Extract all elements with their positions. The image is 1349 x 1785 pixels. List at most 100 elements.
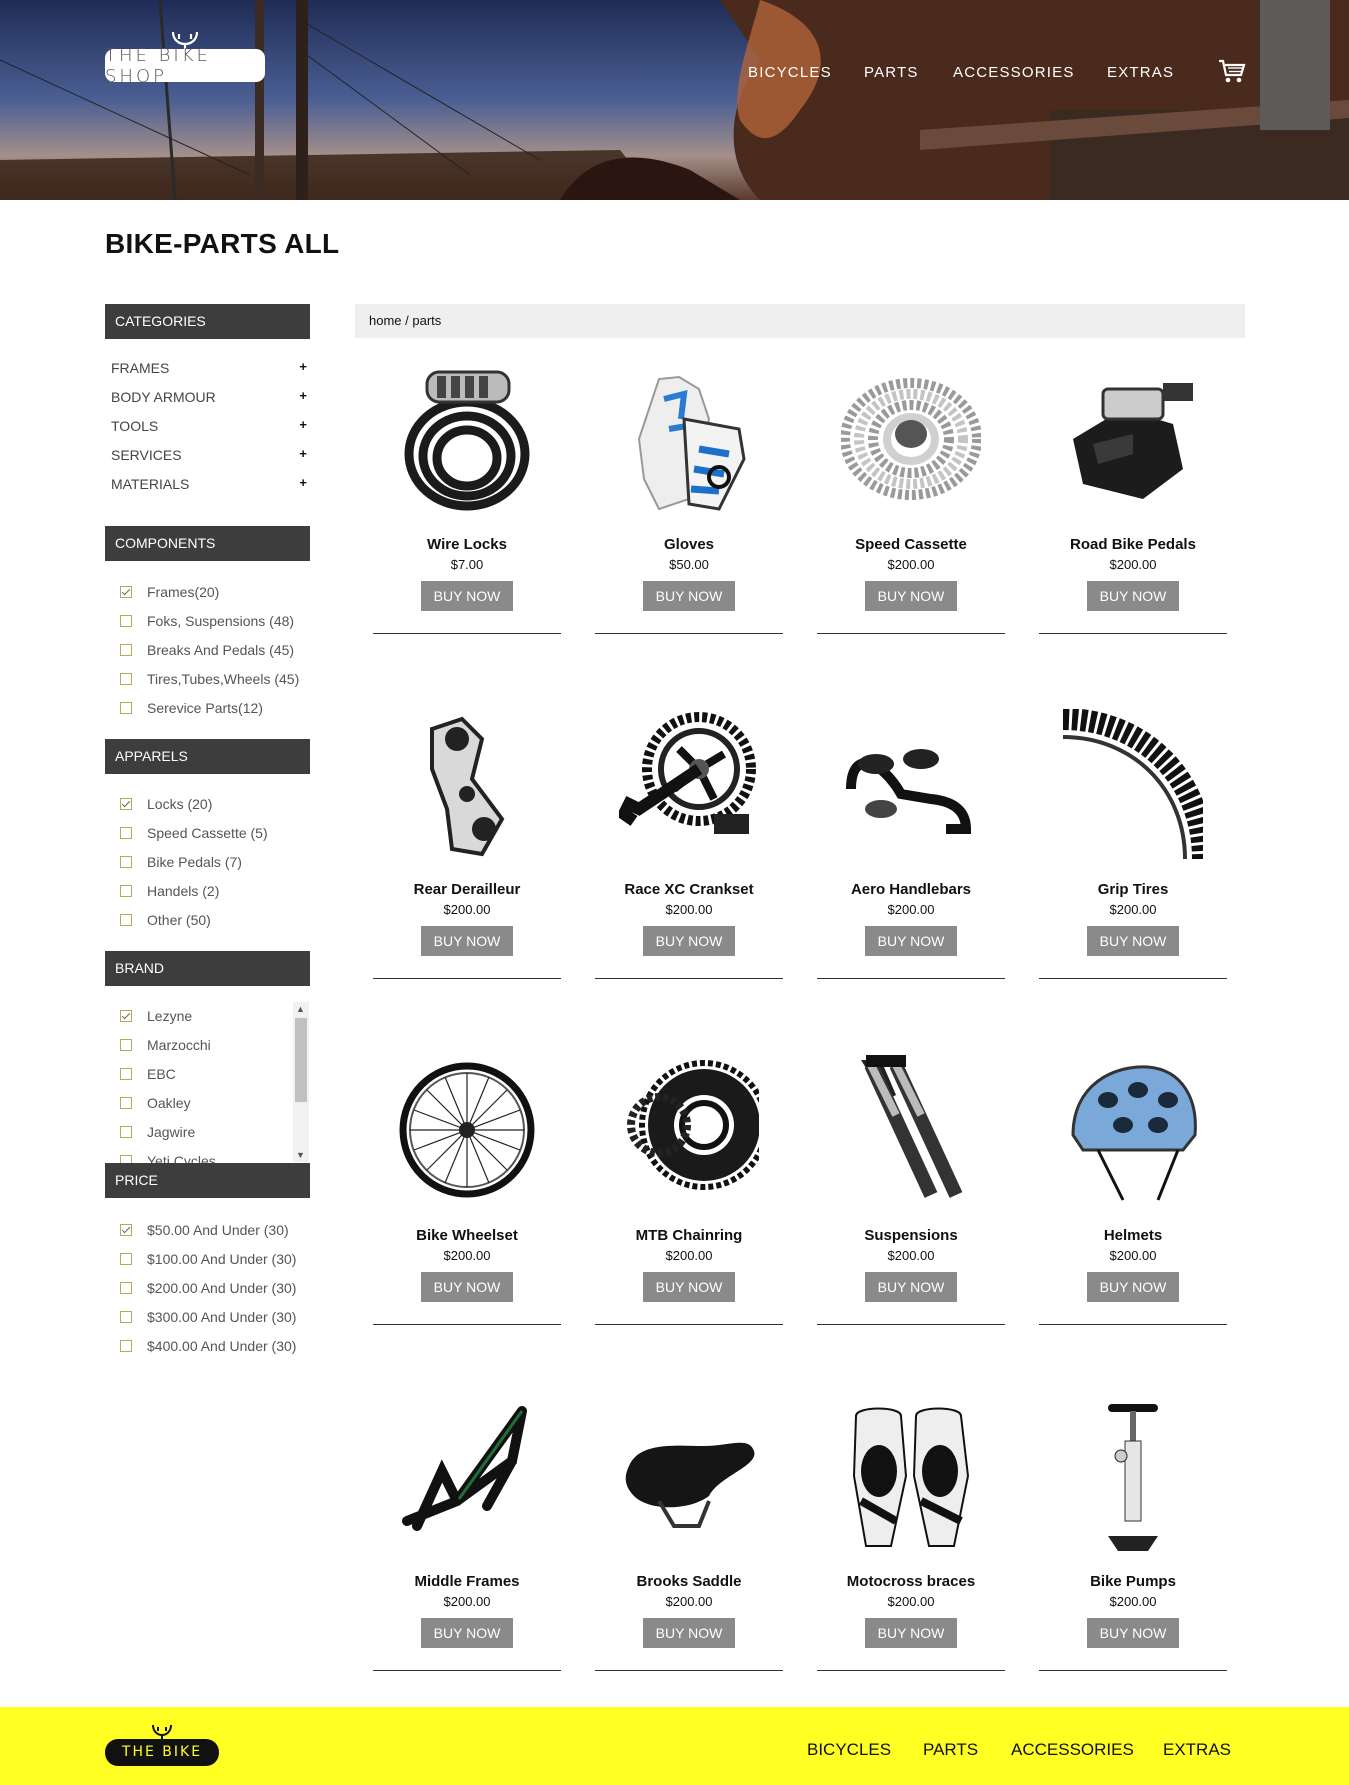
footer-nav-accessories[interactable]: ACCESSORIES <box>1011 1740 1134 1760</box>
product-card[interactable]: Helmets $200.00 BUY NOW <box>1039 1047 1227 1337</box>
apparels-filter-option[interactable]: Bike Pedals (7) <box>120 854 242 870</box>
pedal-product-image[interactable] <box>1057 356 1209 521</box>
product-name[interactable]: Brooks Saddle <box>595 1573 783 1590</box>
price-filter-option[interactable]: $300.00 And Under (30) <box>120 1309 296 1325</box>
checkbox[interactable] <box>120 885 132 897</box>
footer-nav-extras[interactable]: EXTRAS <box>1163 1740 1231 1760</box>
derailleur-product-image[interactable] <box>391 701 543 866</box>
expand-plus-icon[interactable]: + <box>299 475 307 490</box>
product-name[interactable]: Suspensions <box>817 1227 1005 1244</box>
breadcrumb[interactable]: home / parts <box>355 304 1245 338</box>
nav-accessories[interactable]: ACCESSORIES <box>953 64 1075 81</box>
frame-product-image[interactable] <box>391 1393 543 1558</box>
category-item[interactable]: BODY ARMOUR + <box>111 388 307 405</box>
helmet-product-image[interactable] <box>1057 1047 1209 1212</box>
category-item[interactable]: MATERIALS + <box>111 475 307 492</box>
buy-now-button[interactable]: BUY NOW <box>1087 581 1179 611</box>
checkbox[interactable] <box>120 615 132 627</box>
tire-product-image[interactable] <box>1057 701 1209 866</box>
product-name[interactable]: Bike Wheelset <box>373 1227 561 1244</box>
buy-now-button[interactable]: BUY NOW <box>643 1618 735 1648</box>
nav-extras[interactable]: EXTRAS <box>1107 64 1174 81</box>
scrollbar-thumb[interactable] <box>295 1018 307 1102</box>
product-card[interactable]: Grip Tires $200.00 BUY NOW <box>1039 701 1227 991</box>
components-filter-option[interactable]: Tires,Tubes,Wheels (45) <box>120 671 299 687</box>
checkbox[interactable] <box>120 1097 132 1109</box>
checkbox[interactable] <box>120 1253 132 1265</box>
buy-now-button[interactable]: BUY NOW <box>1087 1272 1179 1302</box>
product-name[interactable]: Middle Frames <box>373 1573 561 1590</box>
checkbox[interactable] <box>120 1224 132 1236</box>
price-filter-option[interactable]: $200.00 And Under (30) <box>120 1280 296 1296</box>
apparels-filter-option[interactable]: Speed Cassette (5) <box>120 825 268 841</box>
product-name[interactable]: Bike Pumps <box>1039 1573 1227 1590</box>
cart-icon[interactable] <box>1218 59 1246 85</box>
product-card[interactable]: Suspensions $200.00 BUY NOW <box>817 1047 1005 1337</box>
product-card[interactable]: Middle Frames $200.00 BUY NOW <box>373 1393 561 1683</box>
product-name[interactable]: MTB Chainring <box>595 1227 783 1244</box>
product-name[interactable]: Race XC Crankset <box>595 881 783 898</box>
brand-filter-option[interactable]: Lezyne <box>120 1008 192 1024</box>
expand-plus-icon[interactable]: + <box>299 446 307 461</box>
checkbox[interactable] <box>120 856 132 868</box>
expand-plus-icon[interactable]: + <box>299 359 307 374</box>
product-name[interactable]: Aero Handlebars <box>817 881 1005 898</box>
product-card[interactable]: Race XC Crankset $200.00 BUY NOW <box>595 701 783 991</box>
checkbox[interactable] <box>120 1039 132 1051</box>
checkbox[interactable] <box>120 914 132 926</box>
price-filter-option[interactable]: $400.00 And Under (30) <box>120 1338 296 1354</box>
checkbox[interactable] <box>120 1340 132 1352</box>
product-name[interactable]: Rear Derailleur <box>373 881 561 898</box>
apparels-filter-option[interactable]: Handels (2) <box>120 883 219 899</box>
checkbox[interactable] <box>120 1311 132 1323</box>
product-name[interactable]: Gloves <box>595 536 783 553</box>
product-card[interactable]: Gloves $50.00 BUY NOW <box>595 356 783 646</box>
saddle-product-image[interactable] <box>613 1393 765 1558</box>
product-card[interactable]: Aero Handlebars $200.00 BUY NOW <box>817 701 1005 991</box>
site-logo[interactable]: THE BIKE SHOP <box>105 45 265 87</box>
product-name[interactable]: Wire Locks <box>373 536 561 553</box>
checkbox[interactable] <box>120 1068 132 1080</box>
product-card[interactable]: Bike Wheelset $200.00 BUY NOW <box>373 1047 561 1337</box>
product-card[interactable]: Road Bike Pedals $200.00 BUY NOW <box>1039 356 1227 646</box>
checkbox[interactable] <box>120 1126 132 1138</box>
components-filter-option[interactable]: Frames(20) <box>120 584 219 600</box>
product-card[interactable]: MTB Chainring $200.00 BUY NOW <box>595 1047 783 1337</box>
category-item[interactable]: TOOLS + <box>111 417 307 434</box>
cassette-product-image[interactable] <box>835 356 987 521</box>
buy-now-button[interactable]: BUY NOW <box>865 581 957 611</box>
footer-nav-parts[interactable]: PARTS <box>923 1740 978 1760</box>
product-card[interactable]: Motocross braces $200.00 BUY NOW <box>817 1393 1005 1683</box>
checkbox[interactable] <box>120 1010 132 1022</box>
lock-product-image[interactable] <box>391 356 543 521</box>
product-name[interactable]: Speed Cassette <box>817 536 1005 553</box>
brand-filter-option[interactable]: Jagwire <box>120 1124 195 1140</box>
product-card[interactable]: Rear Derailleur $200.00 BUY NOW <box>373 701 561 991</box>
checkbox[interactable] <box>120 827 132 839</box>
brand-filter-option[interactable]: Oakley <box>120 1095 191 1111</box>
scroll-down-icon[interactable]: ▼ <box>296 1150 305 1160</box>
product-name[interactable]: Grip Tires <box>1039 881 1227 898</box>
crankset-product-image[interactable] <box>613 701 765 866</box>
checkbox[interactable] <box>120 1282 132 1294</box>
buy-now-button[interactable]: BUY NOW <box>865 926 957 956</box>
footer-logo[interactable]: THE BIKE SHOP <box>105 1739 219 1785</box>
braces-product-image[interactable] <box>835 1393 987 1558</box>
product-name[interactable]: Road Bike Pedals <box>1039 536 1227 553</box>
product-card[interactable]: Brooks Saddle $200.00 BUY NOW <box>595 1393 783 1683</box>
fork-product-image[interactable] <box>835 1047 987 1212</box>
buy-now-button[interactable]: BUY NOW <box>865 1618 957 1648</box>
buy-now-button[interactable]: BUY NOW <box>643 581 735 611</box>
footer-nav-bicycles[interactable]: BICYCLES <box>807 1740 891 1760</box>
buy-now-button[interactable]: BUY NOW <box>421 581 513 611</box>
components-filter-option[interactable]: Serevice Parts(12) <box>120 700 263 716</box>
apparels-filter-option[interactable]: Other (50) <box>120 912 211 928</box>
checkbox[interactable] <box>120 1155 132 1163</box>
nav-parts[interactable]: PARTS <box>864 64 919 81</box>
wheel-product-image[interactable] <box>391 1047 543 1212</box>
checkbox[interactable] <box>120 644 132 656</box>
gloves-product-image[interactable] <box>613 356 765 521</box>
buy-now-button[interactable]: BUY NOW <box>643 926 735 956</box>
buy-now-button[interactable]: BUY NOW <box>865 1272 957 1302</box>
expand-plus-icon[interactable]: + <box>299 417 307 432</box>
